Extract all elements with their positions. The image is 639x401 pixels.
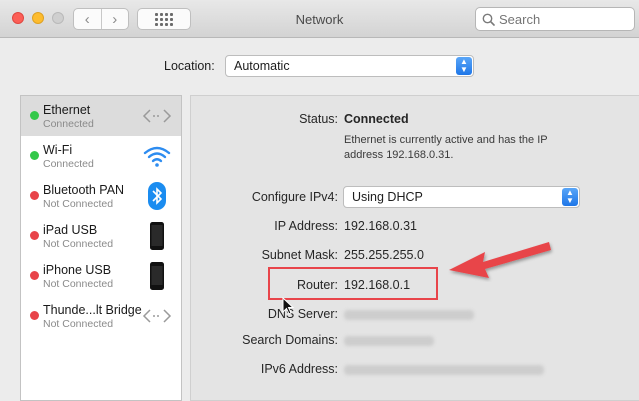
popup-arrows-icon: ▲ ▼	[456, 57, 472, 75]
service-name: Bluetooth PAN	[43, 183, 125, 197]
service-name: Thunde...lt Bridge	[43, 303, 142, 317]
title-bar: ‹ › Network	[0, 0, 639, 38]
service-item-iphone-usb[interactable]: iPhone USB Not Connected	[21, 256, 181, 296]
location-label: Location:	[164, 59, 215, 73]
service-item-thunderbolt-bridge[interactable]: Thunde...lt Bridge Not Connected	[21, 296, 181, 336]
status-dot	[30, 231, 39, 240]
router-highlight-box	[268, 267, 438, 300]
search-field[interactable]	[475, 7, 635, 31]
status-dot	[30, 191, 39, 200]
service-status: Connected	[43, 118, 94, 130]
status-dot	[30, 271, 39, 280]
service-status: Not Connected	[43, 318, 114, 330]
status-dot	[30, 111, 39, 120]
ipad-icon	[141, 222, 173, 250]
search-icon	[482, 13, 495, 26]
configure-ipv4-value: Using DHCP	[352, 190, 423, 204]
location-value: Automatic	[234, 59, 290, 73]
service-name: Wi-Fi	[43, 143, 73, 157]
thunderbolt-bridge-icon	[141, 302, 173, 330]
ipv6-address-value-redacted	[344, 365, 544, 375]
service-status: Connected	[43, 158, 94, 170]
status-label: Status:	[299, 112, 338, 126]
service-name: Ethernet	[43, 103, 91, 117]
annotation-arrow-icon	[449, 242, 551, 278]
service-item-wifi[interactable]: Wi-Fi Connected	[21, 136, 181, 176]
service-item-ethernet[interactable]: Ethernet Connected	[21, 96, 181, 136]
popup-arrows-icon: ▲ ▼	[562, 188, 578, 206]
status-dot	[30, 311, 39, 320]
service-status: Not Connected	[43, 278, 114, 290]
search-input[interactable]	[499, 11, 619, 27]
subnet-mask-label: Subnet Mask:	[261, 248, 338, 262]
iphone-icon	[141, 262, 173, 290]
bluetooth-icon	[141, 182, 173, 210]
service-item-bluetooth-pan[interactable]: Bluetooth PAN Not Connected	[21, 176, 181, 216]
ip-address-value: 192.168.0.31	[344, 219, 417, 233]
status-value: Connected	[344, 112, 409, 126]
ip-address-label: IP Address:	[274, 219, 338, 233]
configure-ipv4-label: Configure IPv4:	[251, 190, 338, 204]
service-status: Not Connected	[43, 238, 114, 250]
service-name: iPad USB	[43, 223, 98, 237]
status-description: Ethernet is currently active and has the…	[344, 134, 548, 161]
service-item-ipad-usb[interactable]: iPad USB Not Connected	[21, 216, 181, 256]
ethernet-icon	[141, 102, 173, 130]
subnet-mask-value: 255.255.255.0	[344, 248, 424, 262]
search-domains-label: Search Domains:	[242, 333, 338, 347]
mouse-pointer-icon	[282, 297, 294, 315]
service-name: iPhone USB	[43, 263, 112, 277]
search-domains-value-redacted	[344, 336, 434, 346]
wifi-icon	[141, 142, 173, 170]
dns-server-value-redacted	[344, 310, 474, 320]
status-dot	[30, 151, 39, 160]
ipv6-address-label: IPv6 Address:	[260, 362, 338, 376]
service-list: Ethernet Connected Wi-Fi Connected Bluet…	[20, 95, 182, 401]
configure-ipv4-select[interactable]: Using DHCP ▲ ▼	[343, 186, 580, 208]
service-status: Not Connected	[43, 198, 114, 210]
location-select[interactable]: Automatic ▲ ▼	[225, 55, 474, 77]
